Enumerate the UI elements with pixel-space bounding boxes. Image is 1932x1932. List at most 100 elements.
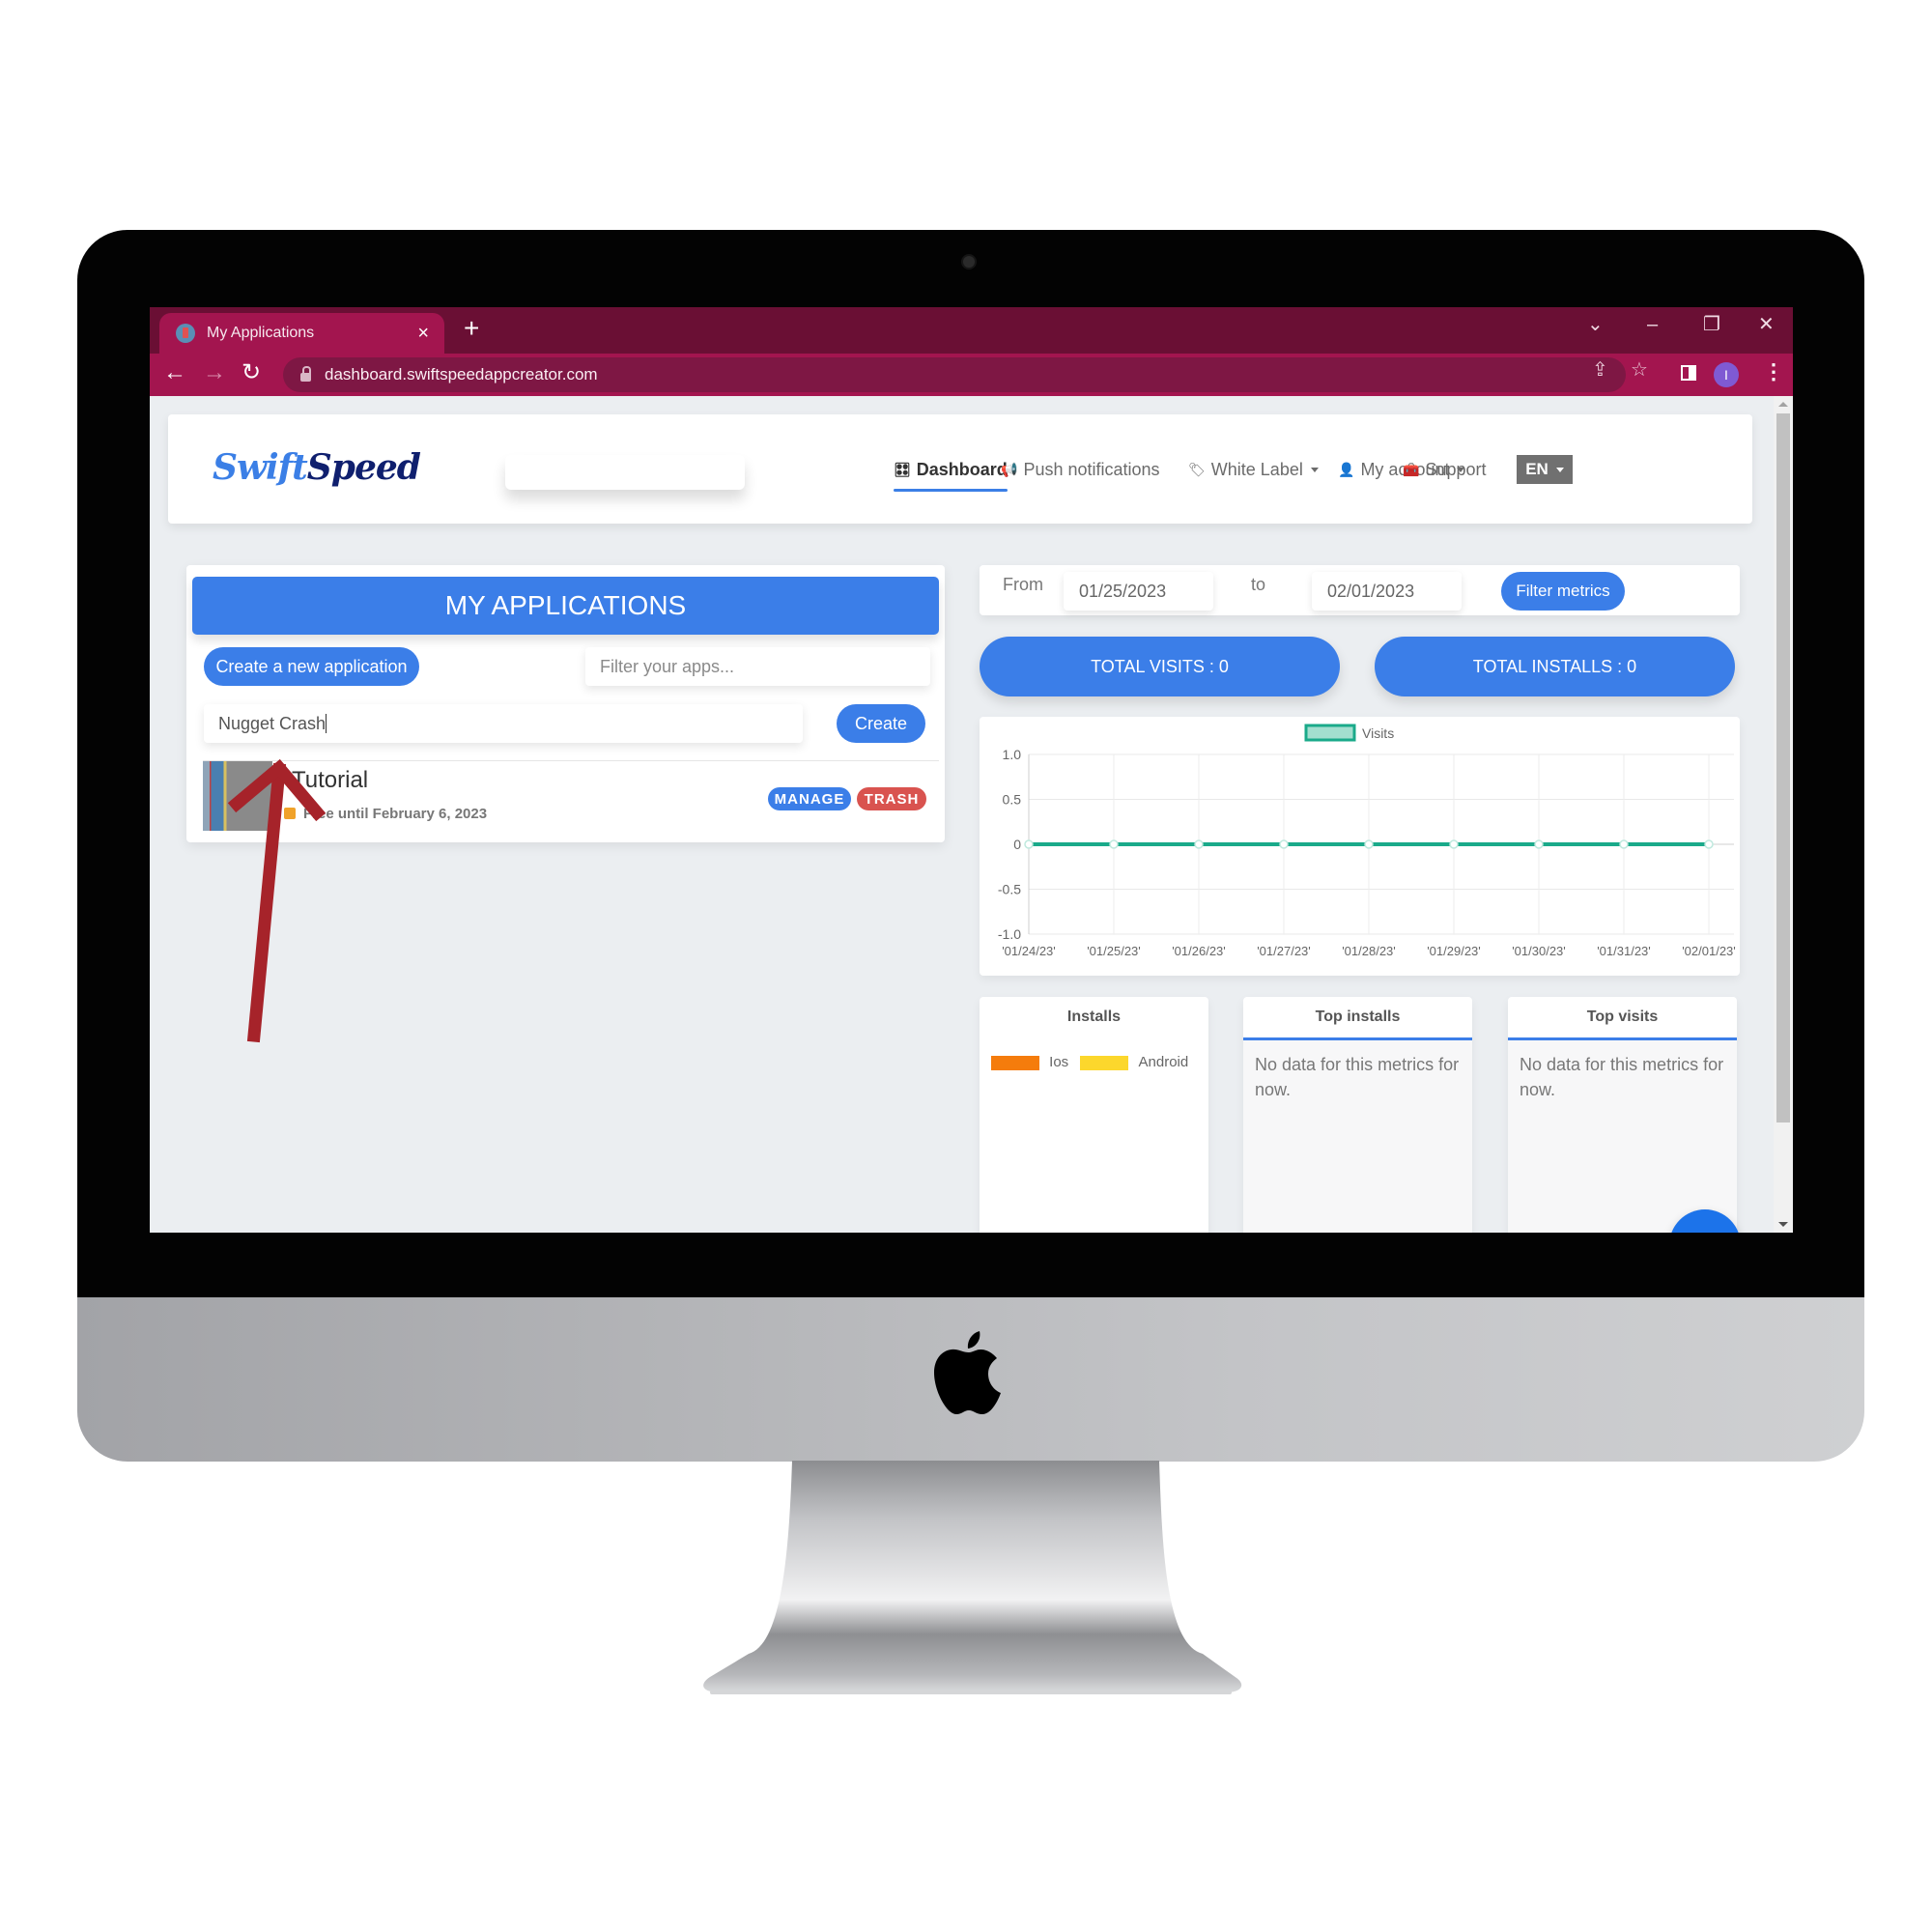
- webcam: [963, 256, 975, 268]
- legend-label-android[interactable]: Android: [1139, 1054, 1189, 1070]
- data-point: [1279, 839, 1289, 849]
- bookmark-star-icon[interactable]: ☆: [1631, 360, 1648, 380]
- x-tick-label: '02/01/23': [1682, 944, 1736, 958]
- header-search-box[interactable]: [505, 455, 745, 490]
- address-bar-row: ← → ↻ dashboard.swiftspeedappcreator.com…: [150, 354, 1793, 396]
- data-point: [1024, 839, 1034, 849]
- new-tab-icon[interactable]: +: [464, 315, 479, 342]
- x-tick-label: '01/28/23': [1342, 944, 1396, 958]
- language-label: EN: [1525, 460, 1548, 478]
- x-tick-label: '01/31/23': [1597, 944, 1651, 958]
- nav-support[interactable]: 🧰 Support: [1403, 460, 1486, 480]
- nav-label: Dashboard: [916, 460, 1008, 479]
- nav-label: Push notifications: [1023, 460, 1160, 479]
- total-visits-badge: TOTAL VISITS : 0: [980, 637, 1340, 696]
- scroll-down-icon[interactable]: [1778, 1222, 1788, 1227]
- my-applications-card: MY APPLICATIONS Create a new application…: [186, 565, 945, 842]
- data-point: [1534, 839, 1544, 849]
- nav-label: White Label: [1210, 460, 1303, 479]
- manage-button[interactable]: MANAGE: [768, 787, 851, 810]
- legend-swatch-visits: [1304, 724, 1356, 742]
- installs-card: Installs Ios Android: [980, 997, 1208, 1233]
- installs-card-title: Installs: [1066, 1009, 1122, 1025]
- y-tick-label: 0.5: [1003, 792, 1022, 808]
- new-app-name-value: Nugget Crash: [218, 713, 327, 733]
- app-name[interactable]: Tutorial: [292, 767, 368, 794]
- lock-icon: [300, 366, 311, 382]
- profile-avatar[interactable]: I: [1714, 362, 1739, 387]
- side-panel-icon[interactable]: [1681, 365, 1696, 381]
- x-tick-label: '01/27/23': [1257, 944, 1311, 958]
- omnibox[interactable]: dashboard.swiftspeedappcreator.com: [283, 357, 1626, 392]
- y-tick-label: -1.0: [998, 926, 1021, 942]
- new-app-name-input[interactable]: Nugget Crash: [204, 704, 803, 743]
- restore-icon[interactable]: ❐: [1703, 315, 1720, 334]
- scrollbar-thumb[interactable]: [1776, 413, 1790, 1122]
- dashboard-icon: 🎛: [894, 462, 911, 477]
- legend-label-ios[interactable]: Ios: [1049, 1054, 1068, 1070]
- logo-part-1: Swift: [213, 447, 308, 488]
- text-cursor: [326, 714, 327, 733]
- top-installs-title: Top installs: [1243, 997, 1472, 1040]
- x-tick-label: '01/26/23': [1172, 944, 1226, 958]
- data-point: [1364, 839, 1374, 849]
- tab-search-icon[interactable]: ⌄: [1587, 315, 1604, 334]
- app-status: Free until February 6, 2023: [303, 806, 488, 822]
- x-tick-label: '01/29/23': [1427, 944, 1481, 958]
- back-icon[interactable]: ←: [163, 361, 186, 384]
- top-visits-empty-message: No data for this metrics for now.: [1508, 1040, 1737, 1233]
- my-applications-title: MY APPLICATIONS: [192, 577, 939, 635]
- y-tick-label: -0.5: [998, 882, 1021, 897]
- legend-swatch-android: [1080, 1055, 1129, 1070]
- filter-apps-input[interactable]: Filter your apps...: [585, 647, 930, 686]
- top-installs-empty-message: No data for this metrics for now.: [1243, 1040, 1472, 1233]
- create-button[interactable]: Create: [837, 704, 925, 743]
- forward-icon[interactable]: →: [203, 361, 226, 384]
- browser-tabstrip: My Applications × + ⌄ – ❐ ✕: [150, 307, 1793, 354]
- top-installs-card: Top installs No data for this metrics fo…: [1243, 997, 1472, 1233]
- browser-tab[interactable]: My Applications ×: [159, 313, 444, 354]
- tab-favicon-icon: [176, 324, 195, 343]
- chevron-down-icon: [1310, 468, 1319, 472]
- nav-label: Support: [1425, 460, 1487, 479]
- scroll-up-icon[interactable]: [1778, 402, 1788, 407]
- tags-icon: 🏷: [1188, 462, 1206, 477]
- page-content: SwiftSpeed 🎛 Dashboard 📢 Push notificati…: [150, 396, 1774, 1233]
- medkit-icon: 🧰: [1403, 462, 1420, 477]
- language-selector[interactable]: EN: [1517, 455, 1573, 484]
- swiftspeed-logo[interactable]: SwiftSpeed: [213, 447, 421, 488]
- y-tick-label: 0: [1013, 837, 1021, 852]
- filter-metrics-button[interactable]: Filter metrics: [1501, 572, 1625, 611]
- reload-icon[interactable]: ↻: [242, 361, 261, 384]
- legend-label-visits: Visits: [1362, 725, 1394, 741]
- tab-close-icon[interactable]: ×: [417, 324, 429, 343]
- browser-menu-icon[interactable]: ⋮: [1763, 361, 1784, 383]
- site-header: SwiftSpeed 🎛 Dashboard 📢 Push notificati…: [168, 414, 1752, 524]
- status-indicator-icon: [284, 808, 296, 819]
- legend-swatch-ios: [991, 1055, 1039, 1070]
- total-installs-badge: TOTAL INSTALLS : 0: [1375, 637, 1735, 696]
- vertical-scrollbar[interactable]: [1774, 396, 1793, 1233]
- tab-title: My Applications: [207, 325, 315, 341]
- close-window-icon[interactable]: ✕: [1758, 315, 1775, 334]
- app-thumbnail: [203, 761, 272, 831]
- trash-button[interactable]: TRASH: [857, 787, 926, 810]
- monitor-stand: [703, 1461, 1242, 1694]
- app-list-item[interactable]: Tutorial Free until February 6, 2023 MAN…: [203, 760, 939, 835]
- to-label: to: [1251, 575, 1266, 594]
- top-visits-title: Top visits: [1508, 997, 1737, 1040]
- user-icon: 👤: [1338, 462, 1355, 477]
- from-label: From: [1003, 575, 1043, 594]
- nav-dashboard[interactable]: 🎛 Dashboard: [894, 460, 1008, 492]
- x-tick-label: '01/30/23': [1512, 944, 1566, 958]
- share-icon[interactable]: ⇪: [1592, 360, 1608, 380]
- nav-push-notifications[interactable]: 📢 Push notifications: [1001, 460, 1160, 480]
- create-new-application-button[interactable]: Create a new application: [204, 647, 419, 686]
- data-point: [1109, 839, 1119, 849]
- nav-white-label[interactable]: 🏷 White Label: [1188, 460, 1319, 480]
- minimize-icon[interactable]: –: [1647, 315, 1658, 334]
- to-date-input[interactable]: 02/01/2023: [1312, 572, 1462, 611]
- url-text: dashboard.swiftspeedappcreator.com: [325, 365, 598, 384]
- top-visits-card: Top visits No data for this metrics for …: [1508, 997, 1737, 1233]
- from-date-input[interactable]: 01/25/2023: [1064, 572, 1213, 611]
